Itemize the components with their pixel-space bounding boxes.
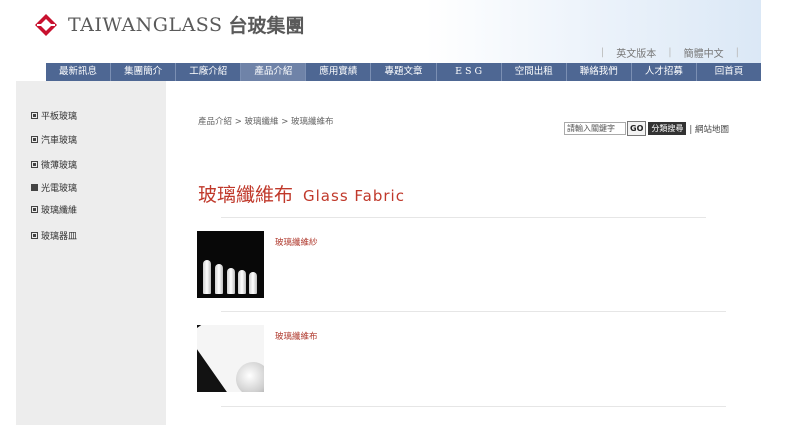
category-search-button[interactable]: 分類搜尋: [648, 122, 687, 135]
page: TAIWANGLASS 台玻集團 | 英文版本 | 簡體中文 | 最新訊息 集團…: [16, 0, 761, 425]
english-version-link[interactable]: 英文版本: [616, 45, 656, 60]
sidebar-item-photoelectric-glass[interactable]: 光電玻璃: [31, 181, 77, 194]
nav-item-products[interactable]: 產品介紹: [241, 63, 307, 81]
simplified-chinese-link[interactable]: 簡體中文: [684, 45, 724, 60]
page-title: 玻璃纖維布 Glass Fabric: [198, 180, 405, 207]
nav-item-home[interactable]: 回首頁: [697, 63, 761, 81]
nav-item-factories[interactable]: 工廠介紹: [176, 63, 242, 81]
go-button[interactable]: GO: [627, 121, 647, 136]
sidebar-item-thin-glass[interactable]: 微薄玻璃: [31, 158, 77, 171]
product-link[interactable]: 玻璃纖維布: [275, 330, 318, 342]
nav-item-careers[interactable]: 人才招募: [632, 63, 697, 81]
logo-chinese-text: 台玻集團: [228, 15, 305, 37]
square-bullet-icon: [31, 136, 38, 143]
taiwanglass-logo-icon: [34, 13, 58, 37]
square-bullet-icon: [31, 161, 38, 168]
nav-item-news[interactable]: 最新訊息: [46, 63, 112, 81]
nav-item-articles[interactable]: 專題文章: [371, 63, 437, 81]
nav-item-esg[interactable]: E S G: [437, 63, 502, 81]
product-item[interactable]: [197, 231, 264, 298]
glass-fabric-image[interactable]: [197, 325, 264, 392]
product-category-sidebar: 平板玻璃 汽車玻璃 微薄玻璃 光電玻璃 玻璃纖維 玻璃器皿: [16, 81, 166, 425]
sidebar-item-label: 光電玻璃: [41, 184, 78, 194]
nav-item-applications[interactable]: 應用實績: [306, 63, 372, 81]
sidebar-item-glass-fiber[interactable]: 玻璃纖維: [31, 203, 77, 216]
product-link[interactable]: 玻璃纖維紗: [275, 236, 318, 248]
page-title-english: Glass Fabric: [303, 187, 405, 205]
square-bullet-icon: [31, 206, 38, 213]
search-bar: 請輸入關鍵字 GO 分類搜尋 | 網站地圖: [564, 121, 729, 136]
sidebar-item-label: 汽車玻璃: [41, 136, 78, 146]
square-bullet-icon: [31, 184, 38, 191]
nav-item-about[interactable]: 集團簡介: [111, 63, 177, 81]
logo-text: TAIWANGLASS: [68, 13, 223, 36]
sidebar-item-flat-glass[interactable]: 平板玻璃: [31, 109, 77, 122]
breadcrumb[interactable]: 產品介紹 > 玻璃纖維 > 玻璃纖維布: [198, 115, 334, 127]
language-switcher: | 英文版本 | 簡體中文 |: [600, 45, 739, 60]
product-divider: [221, 406, 726, 407]
title-divider: [221, 217, 706, 218]
nav-item-contact[interactable]: 聯絡我們: [567, 63, 632, 81]
product-item[interactable]: [197, 325, 264, 392]
main-nav: 最新訊息 集團簡介 工廠介紹 產品介紹 應用實績 專題文章 E S G 空間出租…: [46, 63, 761, 81]
search-input[interactable]: 請輸入關鍵字: [564, 122, 626, 135]
product-divider: [221, 311, 726, 312]
sidebar-item-label: 玻璃纖維: [41, 206, 78, 216]
sidebar-item-label: 平板玻璃: [41, 112, 78, 122]
sidebar-item-label: 玻璃器皿: [41, 232, 78, 242]
sitemap-link[interactable]: | 網站地圖: [689, 123, 729, 135]
sidebar-item-auto-glass[interactable]: 汽車玻璃: [31, 133, 77, 146]
nav-item-space-rental[interactable]: 空間出租: [502, 63, 567, 81]
square-bullet-icon: [31, 232, 38, 239]
site-logo[interactable]: TAIWANGLASS 台玻集團: [34, 11, 305, 38]
glass-fiber-yarn-image[interactable]: [197, 231, 264, 298]
site-header: TAIWANGLASS 台玻集團 | 英文版本 | 簡體中文 |: [16, 0, 761, 63]
sidebar-item-label: 微薄玻璃: [41, 161, 78, 171]
sidebar-item-glassware[interactable]: 玻璃器皿: [31, 229, 77, 242]
page-title-chinese: 玻璃纖維布: [198, 184, 294, 206]
square-bullet-icon: [31, 112, 38, 119]
